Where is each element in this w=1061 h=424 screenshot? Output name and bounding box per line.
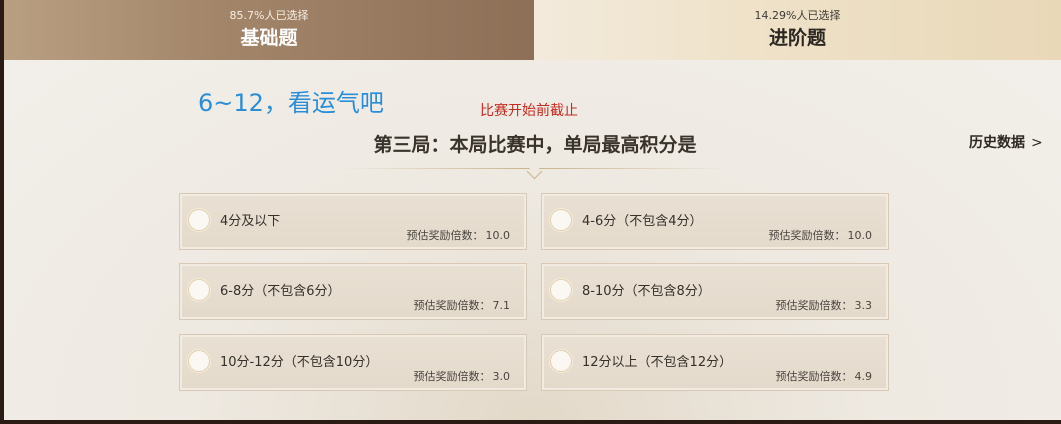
multiplier-label: 预估奖励倍数： <box>768 229 846 242</box>
option-label: 6-8分（不包含6分） <box>220 284 341 299</box>
deadline-note: 比赛开始前截止 <box>480 103 578 119</box>
radio-circle-icon[interactable] <box>550 209 572 231</box>
question-title: 第三局：本局比赛中，单局最高积分是 <box>373 134 697 156</box>
chevron-right-icon: > <box>1031 135 1043 151</box>
multiplier-label: 预估奖励倍数： <box>406 229 484 242</box>
multiplier-label: 预估奖励倍数： <box>775 299 853 312</box>
multiplier-value: 3.3 <box>854 299 873 312</box>
multiplier-value: 4.9 <box>854 370 873 383</box>
history-data-link[interactable]: 历史数据 > <box>969 131 1043 155</box>
option-card[interactable]: 8-10分（不包含8分） 预估奖励倍数： 3.3 <box>541 263 889 320</box>
blue-annotation: 6~12，看运气吧 <box>198 89 384 117</box>
option-label: 4分及以下 <box>220 214 281 229</box>
tab-basic[interactable]: 85.7%人已选择 基础题 <box>4 0 534 60</box>
option-label: 8-10分（不包含8分） <box>582 284 711 299</box>
multiplier-value: 3.0 <box>492 370 511 383</box>
tab-advanced-percent: 14.29%人已选择 <box>754 9 841 22</box>
radio-circle-icon[interactable] <box>550 279 572 301</box>
option-multiplier: 预估奖励倍数： 3.3 <box>776 299 873 313</box>
multiplier-label: 预估奖励倍数： <box>413 370 491 383</box>
option-multiplier: 预估奖励倍数： 4.9 <box>776 370 873 384</box>
option-card[interactable]: 10分-12分（不包含10分） 预估奖励倍数： 3.0 <box>179 334 527 391</box>
option-multiplier: 预估奖励倍数： 10.0 <box>407 229 511 243</box>
tab-basic-title: 基础题 <box>240 27 298 49</box>
option-label: 4-6分（不包含4分） <box>582 214 703 229</box>
multiplier-value: 7.1 <box>492 299 511 312</box>
multiplier-value: 10.0 <box>847 229 873 242</box>
option-card[interactable]: 4分及以下 预估奖励倍数： 10.0 <box>179 193 527 250</box>
option-multiplier: 预估奖励倍数： 3.0 <box>414 370 511 384</box>
tab-advanced-title: 进阶题 <box>768 27 826 49</box>
radio-circle-icon[interactable] <box>188 209 210 231</box>
tab-basic-percent: 85.7%人已选择 <box>229 9 309 22</box>
option-card[interactable]: 4-6分（不包含4分） 预估奖励倍数： 10.0 <box>541 193 889 250</box>
tab-advanced[interactable]: 14.29%人已选择 进阶题 <box>534 0 1061 60</box>
option-card[interactable]: 12分以上（不包含12分） 预估奖励倍数： 4.9 <box>541 334 889 391</box>
multiplier-label: 预估奖励倍数： <box>413 299 491 312</box>
option-multiplier: 预估奖励倍数： 10.0 <box>769 229 873 243</box>
radio-circle-icon[interactable] <box>550 350 572 372</box>
window-frame-bottom <box>0 420 1061 424</box>
option-label: 12分以上（不包含12分） <box>582 355 733 370</box>
radio-circle-icon[interactable] <box>188 279 210 301</box>
radio-circle-icon[interactable] <box>188 350 210 372</box>
history-data-label: 历史数据 <box>969 135 1025 151</box>
multiplier-value: 10.0 <box>485 229 511 242</box>
question-type-tabs: 85.7%人已选择 基础题 14.29%人已选择 进阶题 <box>4 0 1061 60</box>
option-card[interactable]: 6-8分（不包含6分） 预估奖励倍数： 7.1 <box>179 263 527 320</box>
multiplier-label: 预估奖励倍数： <box>775 370 853 383</box>
option-multiplier: 预估奖励倍数： 7.1 <box>414 299 511 313</box>
option-label: 10分-12分（不包含10分） <box>220 355 379 370</box>
